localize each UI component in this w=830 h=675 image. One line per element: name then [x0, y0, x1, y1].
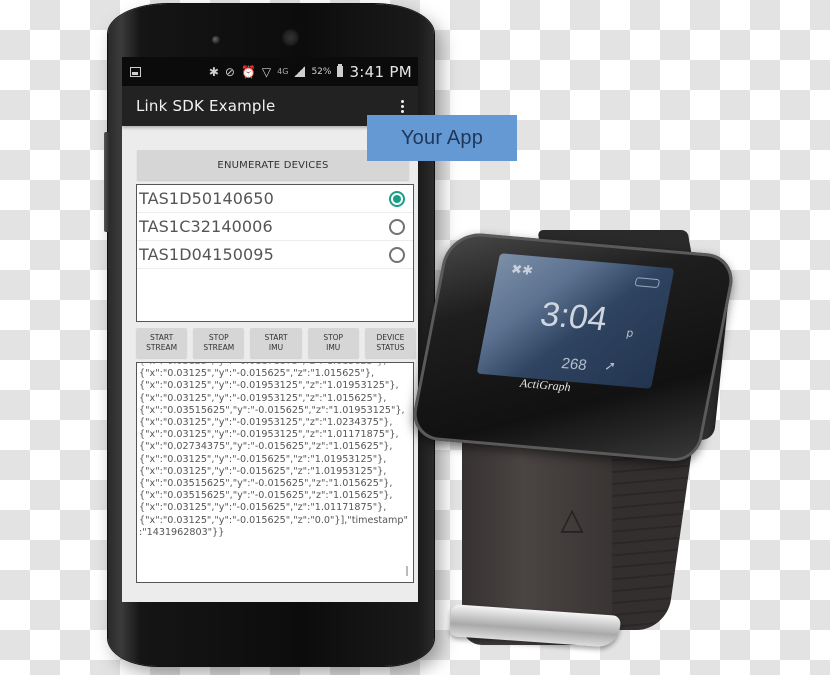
overflow-menu-icon[interactable] [394, 99, 410, 113]
device-radio[interactable] [389, 218, 405, 235]
device-id: TAS1C32140006 [139, 217, 273, 236]
device-row[interactable]: TAS1D50140650 [137, 185, 413, 213]
stop-stream-button[interactable]: STOP STREAM [193, 328, 245, 358]
button-label: IMU [268, 343, 284, 352]
bluetooth-off-icon: ✖✱ [509, 262, 535, 279]
alarm-icon: ⏰ [240, 64, 256, 79]
log-line: {"x":"0.03125","y":"-0.015625","z":"1.01… [139, 453, 387, 465]
device-radio-selected[interactable] [389, 190, 405, 207]
your-app-callout: Your App [367, 115, 517, 161]
device-id: TAS1D50140650 [139, 189, 274, 208]
button-label: STREAM [203, 343, 235, 352]
battery-icon [337, 64, 344, 77]
vibrate-icon: ⊘ [224, 64, 235, 79]
app-title: Link SDK Example [136, 97, 276, 115]
button-label: START [150, 333, 174, 342]
watch-ampm: p [625, 326, 635, 341]
device-status-button[interactable]: DEVICE STATUS [364, 328, 417, 358]
network-type: 4G [277, 67, 289, 76]
data-log-textarea[interactable]: {"x":"0.03125","y":"-0.01171875","z":"1.… [136, 362, 414, 583]
watch-steps: 268 [560, 355, 589, 375]
status-time: 3:41 PM [349, 62, 412, 81]
button-label: START [264, 333, 288, 342]
battery-percent: 52% [311, 66, 332, 77]
front-camera [212, 36, 220, 44]
device-row[interactable]: TAS1D04150095 [137, 241, 413, 269]
command-buttons: START STREAM STOP STREAM START IMU STOP IMU … [136, 328, 417, 358]
button-label: STOP [323, 333, 344, 342]
button-label: STOP [208, 333, 229, 342]
device-id: TAS1D04150095 [139, 245, 274, 264]
log-line: {"x":"0.03125","y":"-0.01953125","z":"1.… [139, 392, 387, 404]
watch-time: 3:04 [537, 295, 611, 339]
log-line: {"x":"0.03125","y":"-0.015625","z":"0.0"… [139, 514, 408, 526]
log-line: {"x":"0.03125","y":"-0.01953125","z":"1.… [139, 417, 393, 429]
watch-battery-icon [634, 277, 661, 289]
log-line: {"x":"0.03515625","y":"-0.015625","z":"1… [139, 490, 393, 502]
earpiece-speaker [282, 29, 299, 46]
log-line: :"1431962803"}} [139, 526, 225, 538]
start-imu-button[interactable]: START IMU [250, 328, 302, 358]
button-label: STREAM [146, 343, 178, 352]
button-label: DEVICE [376, 333, 405, 342]
start-stream-button[interactable]: START STREAM [136, 328, 188, 358]
watch-display: ✖✱ 3:04 p 268 ➚ [476, 253, 675, 389]
log-line: {"x":"0.03125","y":"-0.015625","z":"1.01… [139, 368, 375, 380]
phone-side-button [104, 132, 109, 232]
log-line: {"x":"0.03125","y":"-0.015625","z":"1.01… [139, 502, 387, 514]
log-line: {"x":"0.02734375","y":"-0.015625","z":"1… [139, 441, 393, 453]
gallery-icon [130, 66, 141, 77]
android-phone: ✱ ⊘ ⏰ ▽ 4G 52% 3:41 PM Link SDK Example … [104, 4, 434, 666]
strap-logo-icon: △ [560, 502, 584, 537]
button-label: STATUS [376, 343, 405, 352]
button-label: IMU [326, 343, 341, 352]
log-scrollbar[interactable] [406, 566, 408, 576]
shoe-icon: ➚ [603, 358, 618, 375]
wifi-icon: ▽ [261, 64, 272, 79]
signal-icon [294, 66, 306, 77]
device-radio[interactable] [389, 246, 405, 263]
status-bar: ✱ ⊘ ⏰ ▽ 4G 52% 3:41 PM [122, 57, 418, 86]
log-line: {"x":"0.03125","y":"-0.01953125","z":"1.… [139, 429, 399, 441]
device-row[interactable]: TAS1C32140006 [137, 213, 413, 241]
log-line: {"x":"0.03515625","y":"-0.015625","z":"1… [139, 478, 393, 490]
bluetooth-icon: ✱ [208, 64, 219, 79]
log-line: {"x":"0.03125","y":"-0.015625","z":"1.01… [139, 465, 387, 477]
log-line: {"x":"0.03515625","y":"-0.015625","z":"1… [139, 404, 405, 416]
device-list: TAS1D50140650 TAS1C32140006 TAS1D0415009… [136, 184, 414, 322]
actigraph-watch: △ ✖✱ 3:04 p 268 ➚ ActiGraph [408, 230, 830, 675]
stop-imu-button[interactable]: STOP IMU [307, 328, 359, 358]
log-line: {"x":"0.03125","y":"-0.01953125","z":"1.… [139, 380, 399, 392]
